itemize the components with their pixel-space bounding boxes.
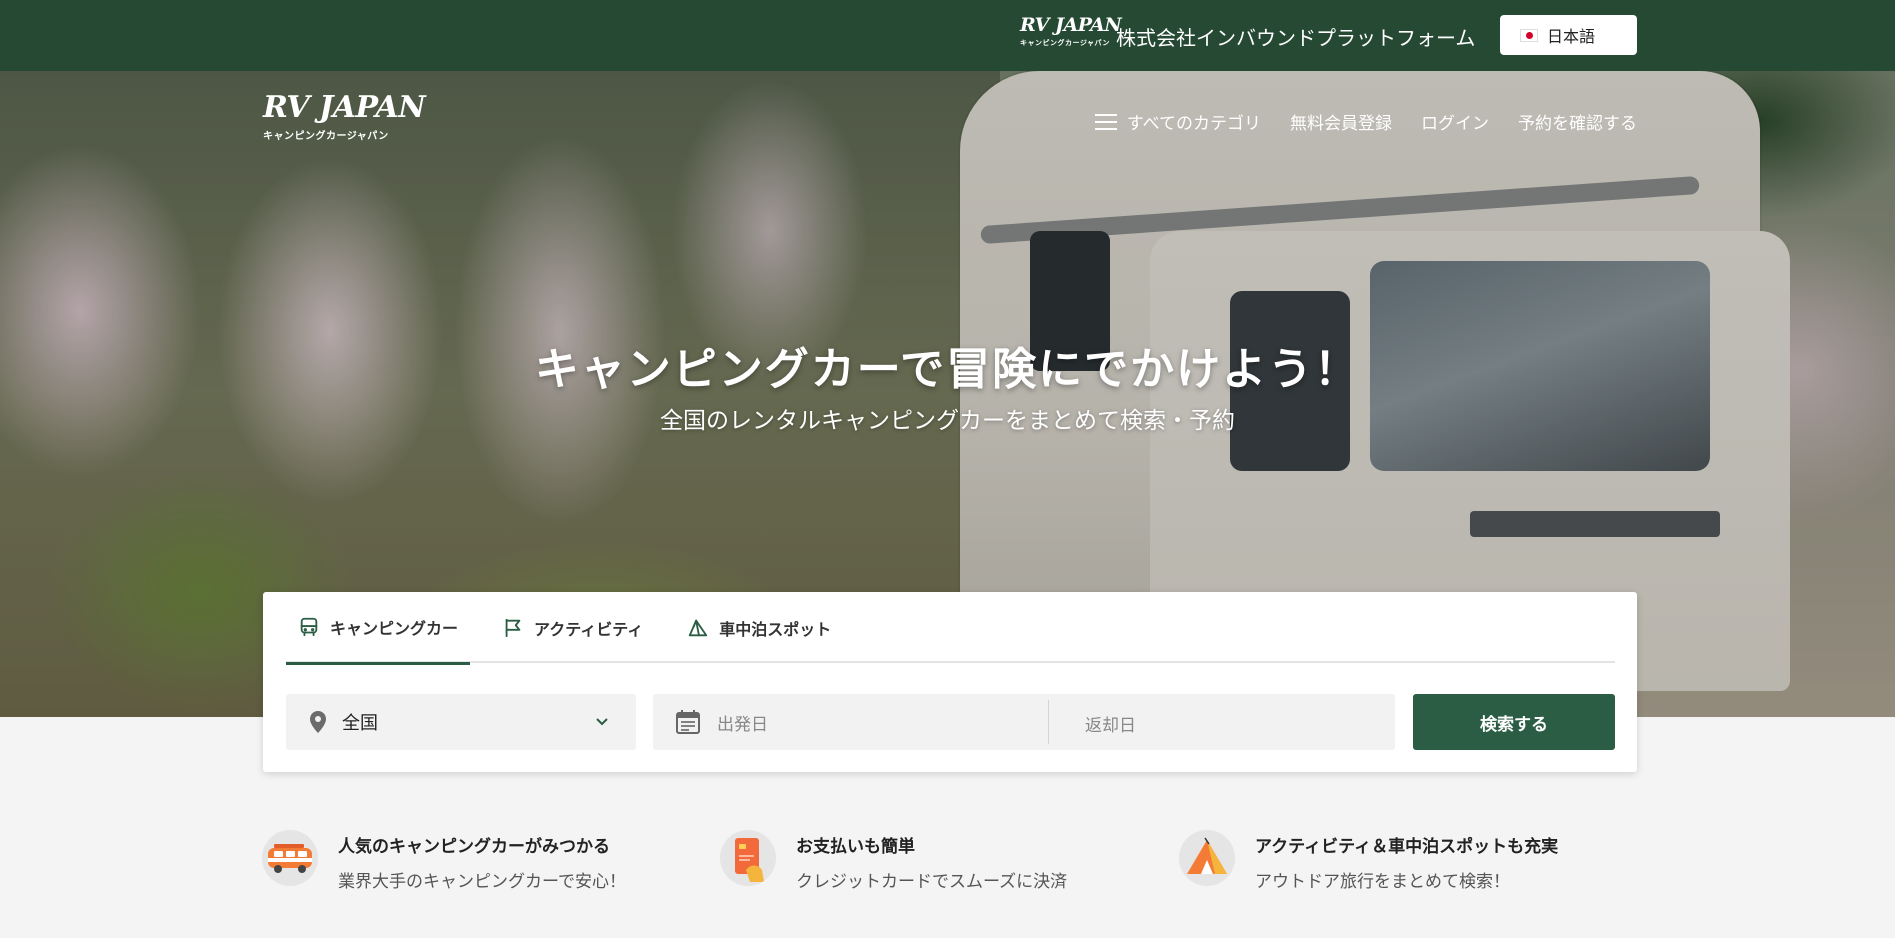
nav-all-categories[interactable]: すべてのカテゴリ <box>1094 109 1261 134</box>
area-select[interactable]: 全国 <box>286 694 636 750</box>
main-nav: すべてのカテゴリ 無料会員登録 ログイン 予約を確認する <box>1094 109 1637 134</box>
feature-title: 人気のキャンピングカーがみつかる <box>338 837 610 857</box>
search-panel: キャンピングカー アクティビティ 車中泊スポット 全国 出発日 返却日 検索する <box>263 592 1637 772</box>
topbar-logo-subtext: キャンピングカージャパン <box>1020 39 1110 47</box>
date-divider <box>1048 700 1049 744</box>
tab-camper[interactable]: キャンピングカー <box>286 592 471 665</box>
location-pin-icon <box>310 711 326 733</box>
tab-activity[interactable]: アクティビティ <box>490 592 655 663</box>
nav-login[interactable]: ログイン <box>1421 109 1489 134</box>
site-logo-subtext: キャンピングカージャパン <box>263 131 389 142</box>
topbar-logo[interactable]: RV JAPAN キャンピングカージャパン <box>1020 14 1122 48</box>
tab-car-camping-spot-label: 車中泊スポット <box>719 619 832 639</box>
hamburger-menu-icon <box>1094 113 1117 130</box>
hero-subtitle: 全国のレンタルキャンピングカーをまとめて検索・予約 <box>660 408 1235 434</box>
search-button[interactable]: 検索する <box>1413 694 1615 750</box>
return-date-input[interactable]: 返却日 <box>1085 711 1136 736</box>
japan-flag-icon <box>1520 28 1538 42</box>
feature-item: アクティビティ＆車中泊スポットも充実 アウトドア旅行をまとめて検索！ <box>1179 830 1558 892</box>
area-select-value: 全国 <box>342 713 378 734</box>
company-name: 株式会社インバウンドプラットフォーム <box>1116 26 1476 50</box>
bus-icon <box>300 617 318 637</box>
credit-card-icon <box>720 830 776 886</box>
feature-item: 人気のキャンピングカーがみつかる 業界大手のキャンピングカーで安心！ <box>262 830 626 892</box>
date-range-field: 出発日 返却日 <box>653 694 1395 750</box>
nav-register[interactable]: 無料会員登録 <box>1290 109 1392 134</box>
tab-camper-label: キャンピングカー <box>330 619 459 638</box>
search-tabs: キャンピングカー アクティビティ 車中泊スポット <box>286 592 1615 665</box>
tab-car-camping-spot[interactable]: 車中泊スポット <box>675 592 843 663</box>
chevron-down-icon <box>596 718 608 726</box>
site-logo[interactable]: RV JAPAN キャンピングカージャパン <box>263 90 426 143</box>
language-label: 日本語 <box>1547 27 1596 46</box>
feature-text: 業界大手のキャンピングカーで安心！ <box>338 872 626 892</box>
tent-outline-icon <box>689 619 708 636</box>
departure-date-input[interactable]: 出発日 <box>717 710 768 735</box>
tent-icon <box>1179 830 1235 886</box>
language-selector[interactable]: 日本語 <box>1500 15 1637 55</box>
nav-check-reservation[interactable]: 予約を確認する <box>1518 109 1637 134</box>
flag-icon <box>505 618 521 637</box>
camper-van-icon <box>262 830 318 886</box>
calendar-icon <box>676 710 700 734</box>
hero-title: キャンピングカーで冒険にでかけよう！ <box>534 344 1361 395</box>
topbar-logo-text: RV JAPAN <box>1020 14 1122 36</box>
feature-text: アウトドア旅行をまとめて検索！ <box>1255 872 1510 892</box>
top-bar: RV JAPAN キャンピングカージャパン 株式会社インバウンドプラットフォーム… <box>0 0 1895 71</box>
feature-title: アクティビティ＆車中泊スポットも充実 <box>1255 837 1559 857</box>
feature-text: クレジットカードでスムーズに決済 <box>796 872 1068 892</box>
feature-item: お支払いも簡単 クレジットカードでスムーズに決済 <box>720 830 1067 892</box>
site-logo-text: RV JAPAN <box>263 90 426 125</box>
nav-all-categories-label: すべてのカテゴリ <box>1126 114 1261 134</box>
tab-activity-label: アクティビティ <box>534 619 644 639</box>
feature-title: お支払いも簡単 <box>796 837 915 857</box>
